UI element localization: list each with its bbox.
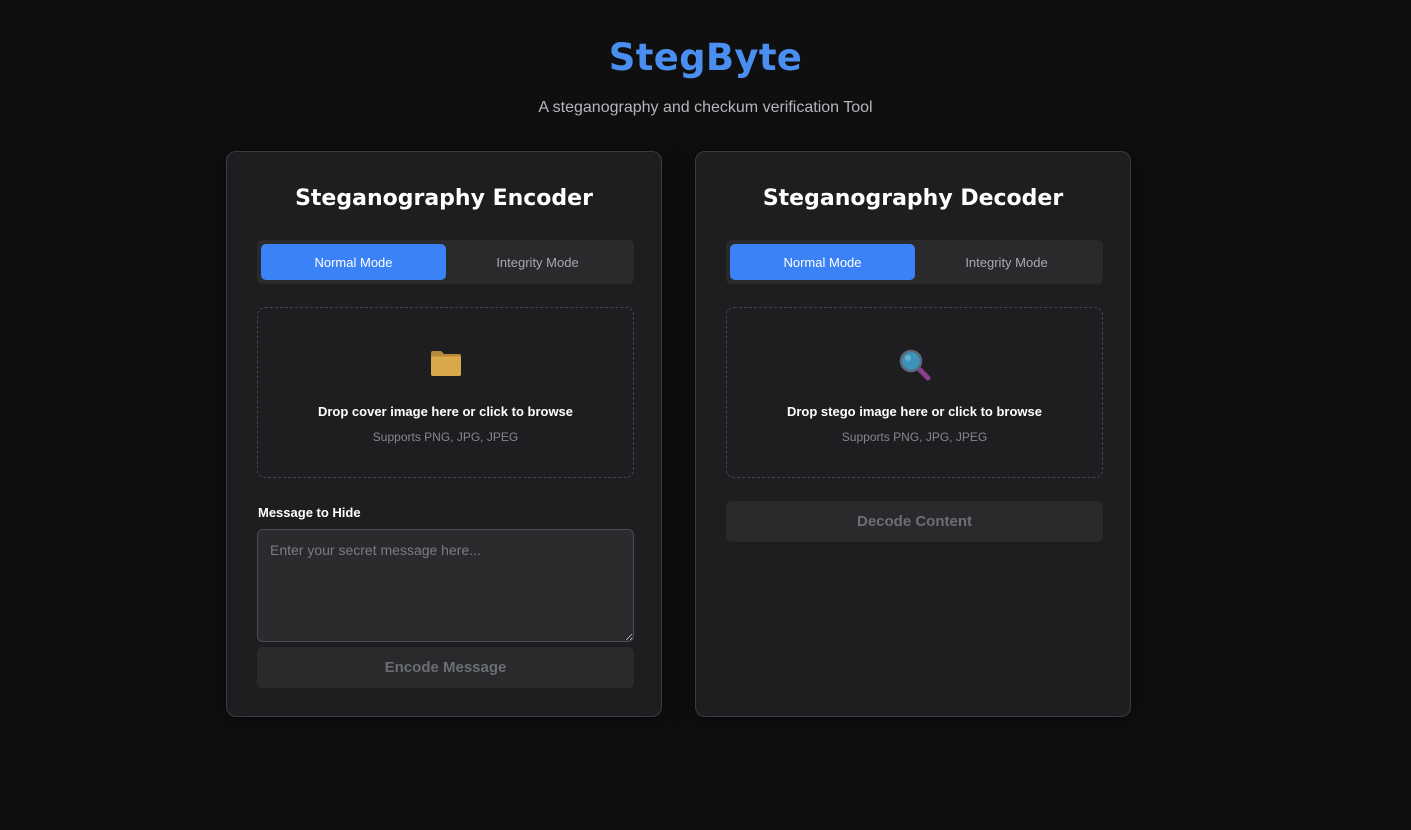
decoder-normal-mode-button[interactable]: Normal Mode <box>730 244 915 280</box>
stego-dropzone-hint: Supports PNG, JPG, JPEG <box>841 430 988 444</box>
folder-icon <box>258 348 633 382</box>
app-subtitle: A steganography and checkum verification… <box>538 99 873 116</box>
cover-image-dropzone[interactable]: Drop cover image here or click to browse… <box>257 307 634 478</box>
encode-message-button[interactable]: Encode Message <box>257 647 634 688</box>
decode-content-button[interactable]: Decode Content <box>726 501 1103 542</box>
stego-dropzone-text: Drop stego image here or click to browse <box>786 404 1042 419</box>
encoder-mode-toggle: Normal Mode Integrity Mode <box>257 240 634 284</box>
decoder-integrity-mode-button[interactable]: Integrity Mode <box>914 244 1099 280</box>
magnifier-icon <box>727 348 1102 382</box>
decoder-mode-toggle: Normal Mode Integrity Mode <box>726 240 1103 284</box>
decoder-panel: Steganography Decoder Normal Mode Integr… <box>695 151 1131 717</box>
app-title: StegByte <box>608 36 803 79</box>
stego-image-dropzone[interactable]: Drop stego image here or click to browse… <box>726 307 1103 478</box>
encoder-panel: Steganography Encoder Normal Mode Integr… <box>226 151 662 717</box>
message-input[interactable] <box>257 529 634 642</box>
cover-dropzone-text: Drop cover image here or click to browse <box>317 404 574 419</box>
decoder-title: Steganography Decoder <box>762 186 1064 211</box>
cover-dropzone-hint: Supports PNG, JPG, JPEG <box>372 430 519 444</box>
message-label: Message to Hide <box>258 505 361 520</box>
encoder-integrity-mode-button[interactable]: Integrity Mode <box>445 244 630 280</box>
encoder-normal-mode-button[interactable]: Normal Mode <box>261 244 446 280</box>
encoder-title: Steganography Encoder <box>295 186 593 211</box>
app-page: StegByte A steganography and checkum ver… <box>0 0 1411 830</box>
